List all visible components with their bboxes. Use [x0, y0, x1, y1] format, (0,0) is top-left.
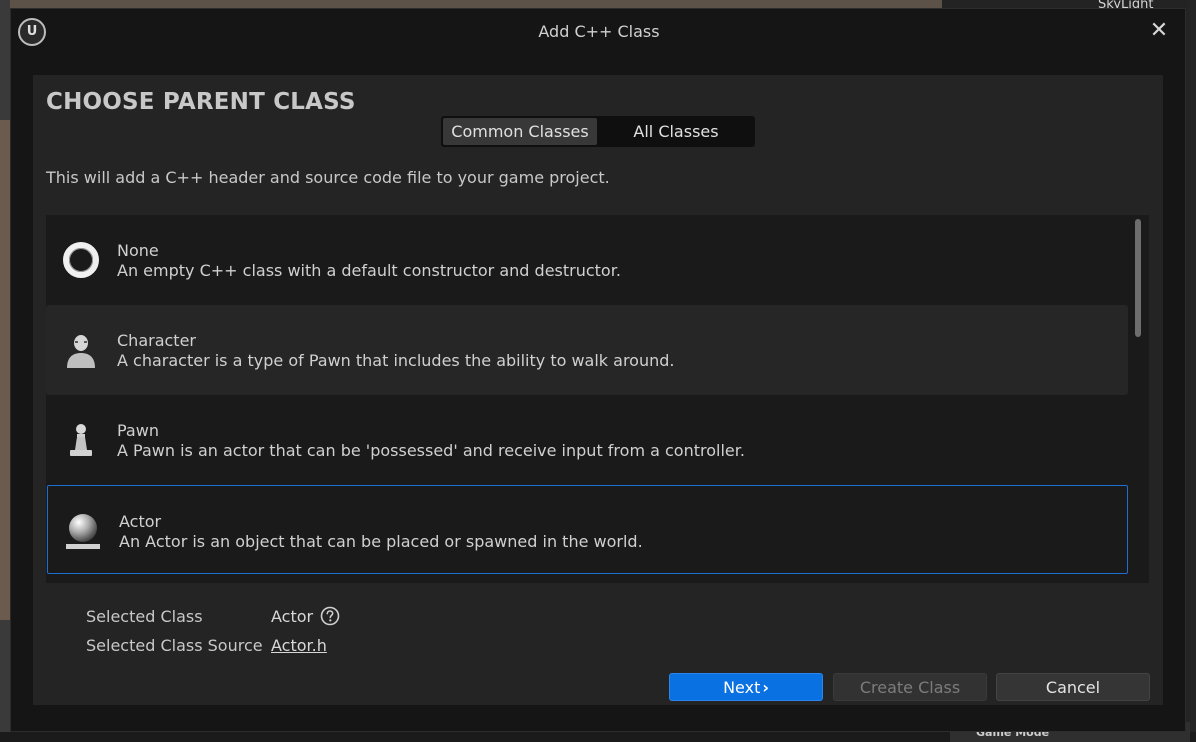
cancel-button[interactable]: Cancel — [996, 673, 1150, 701]
pawn-class-icon — [70, 424, 92, 456]
add-cpp-class-dialog: U Add C++ Class ✕ CHOOSE PARENT CLASS Co… — [10, 8, 1186, 732]
class-item-description: An Actor is an object that can be placed… — [119, 532, 643, 551]
dialog-titlebar: U Add C++ Class ✕ — [11, 9, 1187, 55]
class-item-description: A character is a type of Pawn that inclu… — [117, 351, 675, 370]
create-class-button[interactable]: Create Class — [833, 673, 987, 701]
class-item-pawn[interactable]: Pawn A Pawn is an actor that can be 'pos… — [46, 395, 1128, 485]
class-item-character[interactable]: Character A character is a type of Pawn … — [46, 305, 1128, 395]
class-scope-tabs: Common Classes All Classes — [441, 116, 755, 147]
scrollbar-thumb[interactable] — [1135, 219, 1141, 337]
class-item-description: An empty C++ class with a default constr… — [117, 261, 621, 280]
class-item-name: Character — [117, 331, 196, 350]
class-item-none[interactable]: None An empty C++ class with a default c… — [46, 215, 1128, 305]
page-title: CHOOSE PARENT CLASS — [46, 89, 356, 115]
actor-class-icon — [66, 514, 100, 549]
viewport-strip-left — [0, 0, 10, 742]
parent-class-list: None An empty C++ class with a default c… — [46, 215, 1149, 583]
tab-all-classes[interactable]: All Classes — [599, 118, 753, 145]
class-item-name: Actor — [119, 512, 162, 531]
dialog-title: Add C++ Class — [538, 22, 660, 41]
class-item-actor[interactable]: Actor An Actor is an object that can be … — [47, 485, 1128, 574]
class-item-description: A Pawn is an actor that can be 'possesse… — [117, 441, 745, 460]
outliner-strip-right — [1186, 0, 1196, 742]
help-icon[interactable] — [320, 606, 340, 626]
selected-class-source-label: Selected Class Source — [86, 636, 263, 655]
chevron-right-icon: › — [762, 678, 769, 697]
class-item-name: Pawn — [117, 421, 159, 440]
close-icon[interactable]: ✕ — [1148, 20, 1170, 42]
dialog-content-panel: CHOOSE PARENT CLASS Common Classes All C… — [33, 75, 1163, 705]
dialog-description: This will add a C++ header and source co… — [46, 168, 610, 187]
selected-class-label: Selected Class — [86, 607, 203, 626]
next-button[interactable]: Next › — [669, 673, 823, 701]
class-item-name: None — [117, 241, 159, 260]
next-button-label: Next — [723, 678, 761, 697]
none-class-icon — [63, 242, 99, 278]
class-list-scrollbar[interactable] — [1132, 217, 1144, 581]
selected-class-source-link[interactable]: Actor.h — [271, 636, 327, 655]
tab-common-classes[interactable]: Common Classes — [443, 118, 597, 145]
selected-class-value: Actor — [271, 607, 314, 626]
character-class-icon — [67, 335, 95, 368]
